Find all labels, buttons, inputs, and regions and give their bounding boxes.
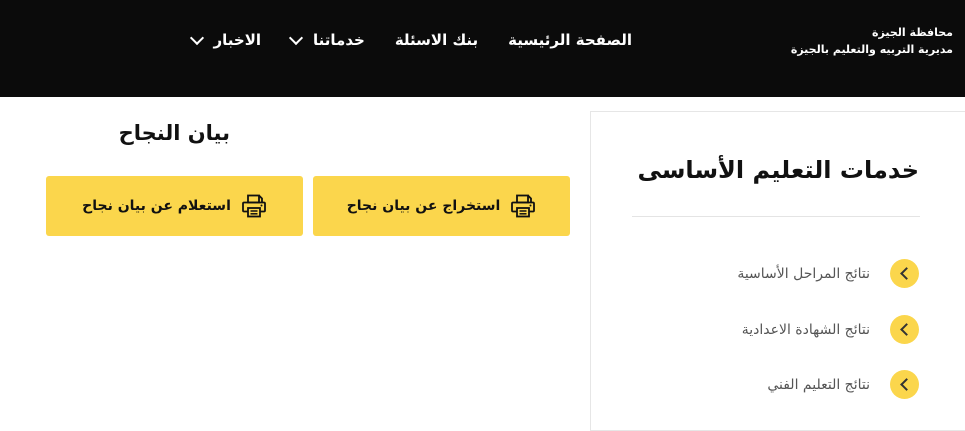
printer-icon	[511, 194, 536, 218]
nav-item-news[interactable]: الاخبار	[189, 30, 262, 49]
nav-item-services[interactable]: خدماتنا	[288, 30, 365, 49]
brand-line-directorate: مديرية التربيه والتعليم بالجيزة	[790, 43, 953, 56]
sidebar-item-basic-stages-results[interactable]: نتائج المراحل الأساسية	[737, 259, 919, 288]
main-nav: الصفحة الرئيسية بنك الاسئلة خدماتنا الاخ…	[189, 30, 632, 49]
chevron-left-icon	[890, 259, 919, 288]
button-label: استعلام عن بيان نجاح	[82, 198, 231, 214]
printer-icon	[241, 194, 266, 218]
sidebar-item-technical-results[interactable]: نتائج التعليم الفني	[767, 370, 919, 399]
nav-item-label: الاخبار	[213, 31, 262, 49]
chevron-left-icon	[890, 370, 919, 399]
nav-item-label: بنك الاسئلة	[394, 31, 479, 49]
sidebar-item-label: نتائج المراحل الأساسية	[737, 265, 870, 282]
site-header: محافظة الجيزة مديرية التربيه والتعليم با…	[0, 0, 965, 97]
sidebar-divider	[632, 216, 920, 217]
chevron-down-icon	[189, 30, 204, 45]
nav-item-label: خدماتنا	[313, 31, 365, 49]
chevron-left-icon	[890, 315, 919, 344]
page-title: بيان النجاح	[118, 121, 230, 145]
nav-item-question-bank[interactable]: بنك الاسئلة	[395, 31, 478, 49]
button-label: استخراج عن بيان نجاح	[346, 198, 501, 214]
extract-certificate-button[interactable]: استخراج عن بيان نجاح	[313, 176, 570, 236]
services-sidebar: خدمات التعليم الأساسى نتائج المراحل الأس…	[590, 111, 965, 431]
sidebar-item-preparatory-results[interactable]: نتائج الشهادة الاعدادية	[742, 315, 919, 344]
nav-item-home[interactable]: الصفحة الرئيسية	[508, 31, 632, 49]
inquire-certificate-button[interactable]: استعلام عن بيان نجاح	[46, 176, 303, 236]
sidebar-item-label: نتائج الشهادة الاعدادية	[741, 321, 870, 338]
chevron-down-icon	[288, 30, 304, 45]
sidebar-title: خدمات التعليم الأساسى	[637, 156, 919, 184]
brand-line-governorate: محافظة الجيزة	[872, 26, 953, 39]
site-brand[interactable]: محافظة الجيزة مديرية التربيه والتعليم با…	[791, 24, 953, 58]
sidebar-item-label: نتائج التعليم الفني	[767, 376, 870, 393]
nav-item-label: الصفحة الرئيسية	[508, 31, 632, 49]
